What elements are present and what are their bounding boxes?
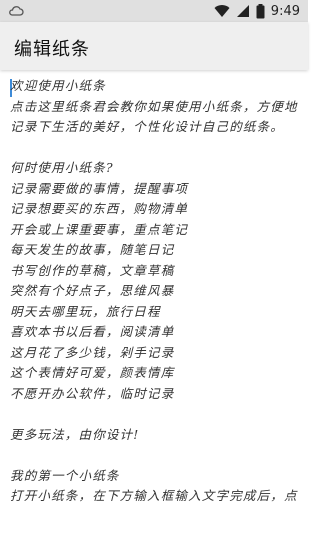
note-line: 开会或上课重要事，重点笔记 xyxy=(10,221,189,237)
note-line: 我的第一个小纸条 xyxy=(10,467,120,483)
cloud-icon xyxy=(9,6,24,16)
note-line: 这个表情好可爱，颜表情库 xyxy=(10,365,175,380)
signal-icon xyxy=(236,5,249,17)
battery-icon xyxy=(256,3,265,18)
note-line: 打开小纸条，在下方输入框输入文字完成后，点 xyxy=(10,488,298,503)
note-line xyxy=(10,404,298,425)
note-line: 这月花了多少钱，剁手记录 xyxy=(10,344,175,360)
note-line: 不愿开办公软件，临时记录 xyxy=(10,385,175,401)
status-time: 9:49 xyxy=(270,3,300,19)
note-line: 每天发生的故事，随笔日记 xyxy=(10,242,175,257)
note-line: 喜欢本书以后看，阅读清单 xyxy=(10,324,175,339)
note-line: 欢迎使用小纸条 xyxy=(10,78,106,93)
app-bar: 编辑纸条 xyxy=(0,22,308,70)
note-line xyxy=(10,138,298,159)
note-line: 何时使用小纸条? xyxy=(10,160,114,175)
note-line: 记录需要做的事情，提醒事项 xyxy=(10,180,189,196)
note-line: 明天去哪里玩，旅行日程 xyxy=(10,303,161,319)
note-line: 记录下生活的美好，个性化设计自己的纸条。 xyxy=(10,119,285,134)
status-icons: 9:49 xyxy=(214,0,300,22)
note-line xyxy=(10,445,298,466)
status-bar: 9:49 xyxy=(0,0,308,22)
note-editor[interactable]: 欢迎使用小纸条 点击这里纸条君会教你如果使用小纸条，方便地 记录下生活的美好，个… xyxy=(0,76,308,550)
note-line: 点击这里纸条君会教你如果使用小纸条，方便地 xyxy=(10,98,298,114)
note-line: 突然有个好点子，思维风暴 xyxy=(10,283,175,298)
note-line: 记录想要买的东西，购物清单 xyxy=(10,201,189,216)
wifi-icon xyxy=(214,5,230,18)
page-title: 编辑纸条 xyxy=(14,39,90,60)
note-line: 书写创作的草稿，文章草稿 xyxy=(10,262,175,278)
note-line: 更多玩法，由你设计! xyxy=(10,426,140,442)
